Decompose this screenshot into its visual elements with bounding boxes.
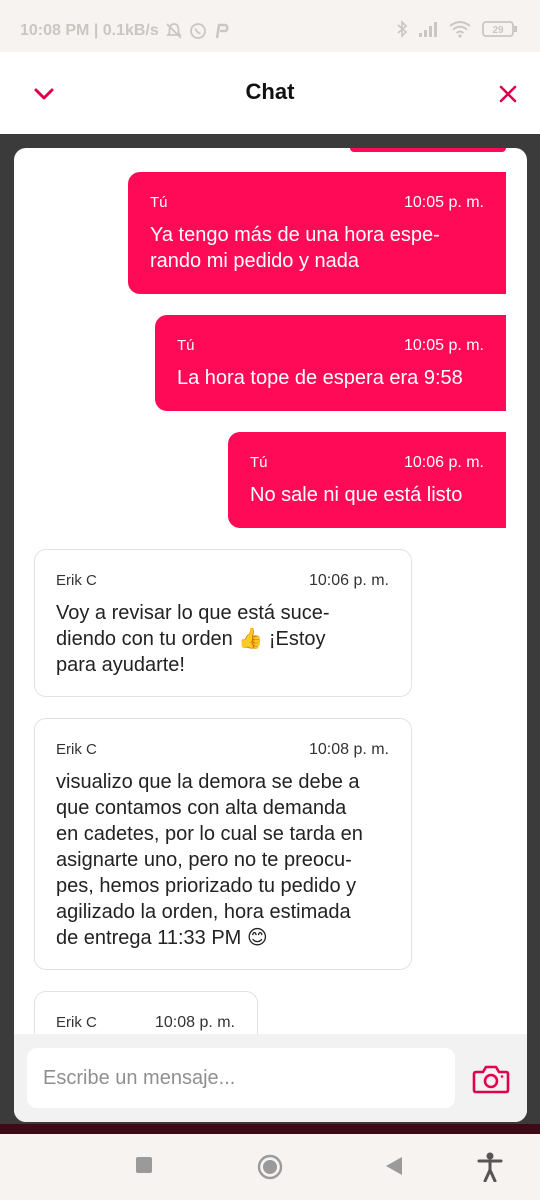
message-time: 10:08 p. m. [308, 741, 389, 758]
message-input[interactable] [27, 1048, 455, 1108]
message-time: 10:08 p. m. [154, 1014, 235, 1031]
message-list[interactable]: Tú 10:05 p. m. Ya tengo más de una hora … [14, 148, 527, 1034]
message-text: visualizo que la demora se debe a que co… [56, 771, 363, 949]
message-sender: Tú [177, 337, 195, 354]
whatsapp-icon [189, 23, 206, 39]
message-composer [14, 1034, 527, 1122]
message-time: 10:05 p. m. [403, 194, 484, 211]
wifi-icon [449, 21, 471, 38]
message-sender: Erik C [56, 1014, 97, 1031]
status-left: 10:08 PM | 0.1kB/s [20, 22, 231, 40]
accessibility-icon[interactable] [477, 1152, 503, 1182]
chat-card: Tú 10:05 p. m. Ya tengo más de una hora … [14, 148, 527, 1122]
signal-icon [419, 22, 437, 37]
message-time: 10:06 p. m. [308, 572, 389, 589]
message-text: Voy a revisar lo que está suce- diendo c… [56, 602, 330, 676]
message-bubble[interactable]: Erik C 10:08 p. m. [34, 991, 258, 1034]
message-bubble[interactable]: Erik C 10:08 p. m. visualizo que la demo… [34, 718, 412, 970]
page-title: Chat [245, 79, 295, 104]
message-text: La hora tope de espera era 9:58 [177, 367, 463, 389]
previous-message-edge [350, 148, 506, 152]
message-bubble[interactable]: Erik C 10:06 p. m. Voy a revisar lo que … [34, 549, 412, 697]
system-nav-bar [0, 1134, 540, 1200]
bluetooth-icon [397, 20, 408, 38]
status-bar: 10:08 PM | 0.1kB/s 29 [0, 0, 540, 52]
message-time: 10:06 p. m. [403, 454, 484, 471]
message-sender: Tú [150, 194, 168, 211]
recent-apps-icon[interactable] [135, 1156, 153, 1174]
back-icon[interactable] [385, 1156, 403, 1176]
message-bubble[interactable]: Tú 10:05 p. m. Ya tengo más de una hora … [128, 172, 506, 294]
status-right: 29 [396, 20, 518, 38]
chat-header: Chat [0, 52, 540, 134]
message-sender: Erik C [56, 572, 97, 589]
message-bubble[interactable]: Tú 10:06 p. m. No sale ni que está listo [228, 432, 506, 528]
close-icon[interactable] [494, 80, 522, 108]
message-sender: Erik C [56, 741, 97, 758]
battery-level: 29 [492, 25, 504, 36]
battery-icon: 29 [482, 21, 517, 37]
message-text: No sale ni que está listo [250, 484, 463, 506]
status-time: 10:08 PM | 0.1kB/s [20, 22, 159, 39]
camera-icon[interactable] [472, 1064, 510, 1094]
mute-notifications-icon [165, 23, 182, 39]
message-text: Ya tengo más de una hora espe- rando mi … [150, 224, 440, 272]
message-sender: Tú [250, 454, 268, 471]
message-bubble[interactable]: Tú 10:05 p. m. La hora tope de espera er… [155, 315, 506, 411]
pedidosya-icon [215, 23, 229, 39]
message-time: 10:05 p. m. [403, 337, 484, 354]
home-icon[interactable] [257, 1154, 283, 1180]
bottom-strip [0, 1124, 540, 1134]
